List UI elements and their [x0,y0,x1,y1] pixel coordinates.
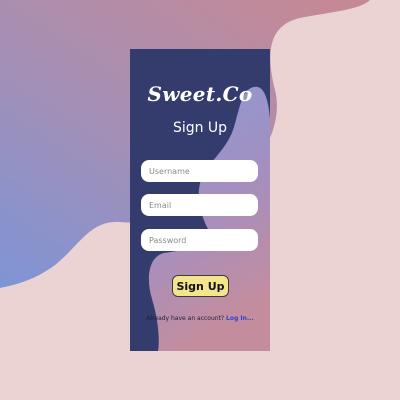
login-prompt-text: Already have an account? [146,315,225,322]
brand-logo: Sweet.Co [147,82,253,106]
email-input[interactable] [141,194,258,216]
page: Sweet.Co Sign Up Sign Up Already have an… [0,0,400,400]
sign-up-button[interactable]: Sign Up [172,275,229,297]
password-input[interactable] [141,229,258,251]
signup-card: Sweet.Co Sign Up Sign Up Already have an… [130,49,270,351]
login-prompt: Already have an account? Log In... [130,315,270,322]
username-input[interactable] [141,160,258,182]
login-link[interactable]: Log In... [226,315,254,322]
page-title: Sign Up [172,120,228,136]
